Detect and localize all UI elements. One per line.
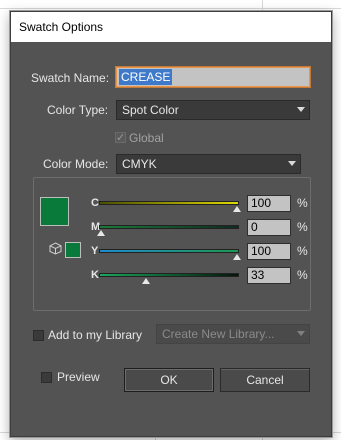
slider-thumb-k[interactable] bbox=[141, 278, 150, 284]
preview-label: Preview bbox=[57, 370, 100, 384]
color-mode-dropdown[interactable]: CMYK bbox=[116, 154, 301, 174]
slider-value-m[interactable]: 0 bbox=[247, 219, 291, 236]
color-type-value: Spot Color bbox=[122, 103, 179, 117]
slider-track-m[interactable] bbox=[99, 225, 239, 229]
library-dropdown[interactable]: Create New Library... bbox=[156, 324, 310, 344]
add-to-library-checkbox[interactable] bbox=[33, 330, 44, 341]
slider-thumb-y[interactable] bbox=[233, 254, 241, 260]
global-checkbox[interactable]: ✓ bbox=[115, 132, 126, 143]
slider-thumb-c[interactable] bbox=[233, 206, 241, 212]
color-type-dropdown[interactable]: Spot Color bbox=[116, 100, 310, 120]
color-mode-value: CMYK bbox=[122, 157, 157, 171]
swatch-name-value: CREASE bbox=[119, 69, 173, 85]
slider-label-k: K bbox=[91, 269, 99, 281]
canvas-grid-line bbox=[0, 8, 341, 9]
slider-thumb-m[interactable] bbox=[97, 230, 105, 236]
color-swatch-preview bbox=[40, 197, 69, 226]
ok-button[interactable]: OK bbox=[124, 368, 214, 392]
out-of-gamut-cube-icon bbox=[49, 242, 62, 255]
cancel-button[interactable]: Cancel bbox=[220, 368, 310, 392]
slider-value-c[interactable]: 100 bbox=[247, 195, 291, 212]
slider-unit-m: % bbox=[297, 220, 308, 234]
slider-unit-k: % bbox=[297, 268, 308, 282]
dialog-title: Swatch Options bbox=[11, 12, 331, 42]
slider-track-c[interactable] bbox=[99, 201, 239, 205]
slider-value-k[interactable]: 33 bbox=[247, 267, 291, 284]
swatch-options-dialog: Swatch Options Swatch Name: CREASE Color… bbox=[10, 11, 332, 437]
slider-unit-c: % bbox=[297, 196, 308, 210]
library-dropdown-value: Create New Library... bbox=[162, 327, 275, 341]
slider-track-y[interactable] bbox=[99, 249, 239, 253]
slider-track-k[interactable] bbox=[99, 273, 239, 277]
slider-unit-y: % bbox=[297, 244, 308, 258]
slider-label-y: Y bbox=[91, 245, 99, 257]
preview-checkbox[interactable] bbox=[41, 372, 52, 383]
chevron-down-icon bbox=[288, 161, 296, 166]
global-label: Global bbox=[129, 131, 164, 145]
chevron-down-icon bbox=[297, 107, 305, 112]
slider-value-y[interactable]: 100 bbox=[247, 243, 291, 260]
swatch-name-field[interactable]: CREASE bbox=[116, 67, 310, 87]
swatch-name-label: Swatch Name: bbox=[31, 71, 110, 85]
add-to-library-label: Add to my Library bbox=[48, 328, 143, 342]
chevron-down-icon bbox=[297, 331, 305, 336]
web-safe-swatch[interactable] bbox=[65, 242, 81, 258]
color-type-label: Color Type: bbox=[47, 103, 109, 117]
color-mode-label: Color Mode: bbox=[41, 157, 111, 171]
slider-label-c: C bbox=[91, 197, 99, 209]
